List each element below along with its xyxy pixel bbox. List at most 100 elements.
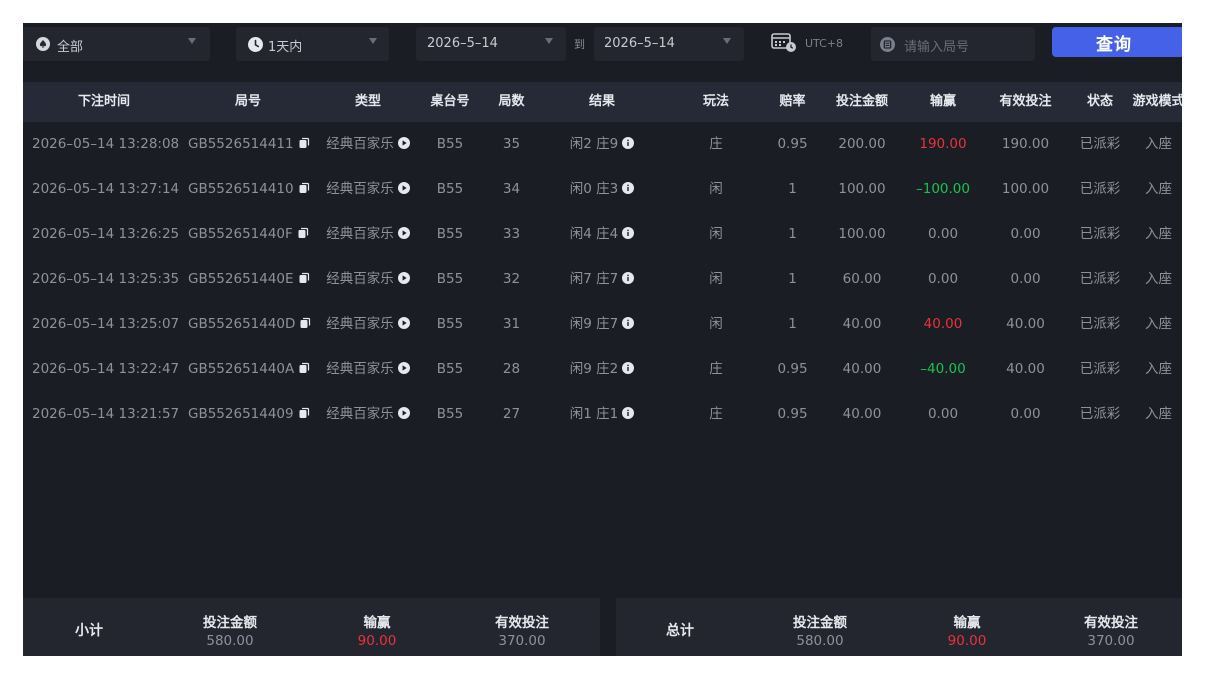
copy-icon[interactable] xyxy=(298,272,310,284)
date-to-select[interactable]: 2026–5–14 xyxy=(594,27,744,61)
info-icon[interactable] xyxy=(622,407,635,419)
search-button[interactable]: 查询 xyxy=(1052,27,1182,57)
table-row: 2026–05–14 13:21:57 GB5526514409 经典百家乐 B55 2… xyxy=(23,392,1182,437)
odds-text: 0.95 xyxy=(777,406,808,422)
table-no-cell: B55 xyxy=(419,167,481,212)
play-icon[interactable] xyxy=(397,182,410,194)
header-status: 状态 xyxy=(1086,94,1113,109)
bet-time-text: 2026–05–14 13:25:07 xyxy=(32,316,180,332)
valid-bet-cell: 40.00 xyxy=(977,302,1074,347)
bet-type-cell: 闲 xyxy=(662,212,770,257)
game-no-text: 27 xyxy=(502,406,521,422)
result-cell: 闲1 庄1 xyxy=(542,392,662,437)
info-icon[interactable] xyxy=(622,227,635,239)
bet-amount-cell: 40.00 xyxy=(815,347,909,392)
info-icon[interactable] xyxy=(622,182,635,194)
info-icon[interactable] xyxy=(622,137,635,149)
header-type: 类型 xyxy=(354,94,381,109)
odds-cell: 1 xyxy=(770,302,815,347)
total-valid-label: 有效投注 xyxy=(1084,615,1138,631)
bet-type-text: 闲 xyxy=(709,226,723,242)
copy-icon[interactable] xyxy=(297,227,309,239)
odds-text: 1 xyxy=(788,226,797,242)
game-mode-text: 入座 xyxy=(1145,361,1172,377)
bet-type-text: 庄 xyxy=(709,361,723,377)
date-from-select[interactable]: 2026–5–14 xyxy=(416,27,566,61)
round-search-input[interactable]: 请输入局号 xyxy=(871,27,1035,61)
bet-time-cell: 2026–05–14 13:21:57 xyxy=(32,392,192,437)
valid-bet-cell: 0.00 xyxy=(977,392,1074,437)
game-mode-text: 入座 xyxy=(1145,181,1172,197)
play-icon[interactable] xyxy=(397,407,410,419)
bet-amount-text: 100.00 xyxy=(838,181,886,197)
copy-icon[interactable] xyxy=(298,182,310,194)
round-id-text: GB552651440F xyxy=(188,226,293,242)
win-loss-text: 190.00 xyxy=(919,136,967,152)
table-row: 2026–05–14 13:25:35 GB552651440E 经典百家乐 B55 3… xyxy=(23,257,1182,302)
copy-icon[interactable] xyxy=(298,137,310,149)
time-range-select[interactable]: 1天内 xyxy=(236,27,389,61)
bet-time-cell: 2026–05–14 13:25:35 xyxy=(32,257,192,302)
bet-type-cell: 闲 xyxy=(662,302,770,347)
table-no-text: B55 xyxy=(436,271,464,287)
bet-type-text: 庄 xyxy=(709,406,723,422)
copy-icon[interactable] xyxy=(298,407,310,419)
odds-text: 1 xyxy=(788,271,797,287)
odds-cell: 1 xyxy=(770,257,815,302)
info-icon[interactable] xyxy=(622,317,635,329)
total-valid: 有效投注 370.00 xyxy=(1071,614,1151,650)
info-icon[interactable] xyxy=(622,362,635,374)
game-no-cell: 33 xyxy=(481,212,542,257)
category-select[interactable]: 全部 xyxy=(23,27,210,61)
bet-amount-text: 40.00 xyxy=(842,361,882,377)
bet-amount-cell: 60.00 xyxy=(815,257,909,302)
header-game-no: 局数 xyxy=(498,94,525,109)
valid-bet-cell: 190.00 xyxy=(977,122,1074,167)
game-mode-cell: 入座 xyxy=(1126,347,1182,392)
bet-amount-text: 100.00 xyxy=(838,226,886,242)
play-icon[interactable] xyxy=(397,272,410,284)
round-id-text: GB5526514411 xyxy=(188,136,294,152)
chevron-down-icon xyxy=(188,38,196,44)
status-text: 已派彩 xyxy=(1079,226,1121,242)
game-mode-text: 入座 xyxy=(1145,406,1172,422)
bet-time-text: 2026–05–14 13:26:25 xyxy=(32,226,180,242)
info-icon[interactable] xyxy=(622,272,635,284)
play-icon[interactable] xyxy=(397,137,410,149)
status-text: 已派彩 xyxy=(1079,406,1121,422)
result-text: 闲7 庄7 xyxy=(569,271,619,287)
status-text: 已派彩 xyxy=(1079,271,1121,287)
total-amount-label: 投注金额 xyxy=(793,615,847,631)
play-icon[interactable] xyxy=(397,362,410,374)
total-winloss-label: 输赢 xyxy=(953,615,981,631)
play-icon[interactable] xyxy=(397,317,410,329)
header-bet-time: 下注时间 xyxy=(77,94,130,109)
odds-cell: 1 xyxy=(770,212,815,257)
odds-cell: 1 xyxy=(770,167,815,212)
subtotal-amount-value: 580.00 xyxy=(206,633,254,649)
round-id-text: GB5526514409 xyxy=(188,406,294,422)
odds-cell: 0.95 xyxy=(770,122,815,167)
bet-amount-cell: 200.00 xyxy=(815,122,909,167)
status-cell: 已派彩 xyxy=(1074,347,1126,392)
subtotal-winloss: 输赢 90.00 xyxy=(337,614,417,650)
game-no-cell: 32 xyxy=(481,257,542,302)
game-no-cell: 27 xyxy=(481,392,542,437)
round-id-cell: GB552651440D xyxy=(188,302,317,347)
round-id-text: GB5526514410 xyxy=(188,181,294,197)
copy-icon[interactable] xyxy=(299,317,311,329)
header-round-id: 局号 xyxy=(234,94,261,109)
copy-icon[interactable] xyxy=(298,362,310,374)
bet-amount-cell: 40.00 xyxy=(815,302,909,347)
game-type-cell: 经典百家乐 xyxy=(317,212,419,257)
total-winloss-value: 90.00 xyxy=(947,633,987,649)
bet-time-text: 2026–05–14 13:28:08 xyxy=(32,136,180,152)
game-type-text: 经典百家乐 xyxy=(326,181,394,197)
win-loss-cell: –40.00 xyxy=(909,347,977,392)
status-cell: 已派彩 xyxy=(1074,257,1126,302)
play-icon[interactable] xyxy=(397,227,410,239)
valid-bet-cell: 0.00 xyxy=(977,212,1074,257)
bet-time-text: 2026–05–14 13:25:35 xyxy=(32,271,180,287)
table-row: 2026–05–14 13:26:25 GB552651440F 经典百家乐 B55 3… xyxy=(23,212,1182,257)
status-text: 已派彩 xyxy=(1079,181,1121,197)
